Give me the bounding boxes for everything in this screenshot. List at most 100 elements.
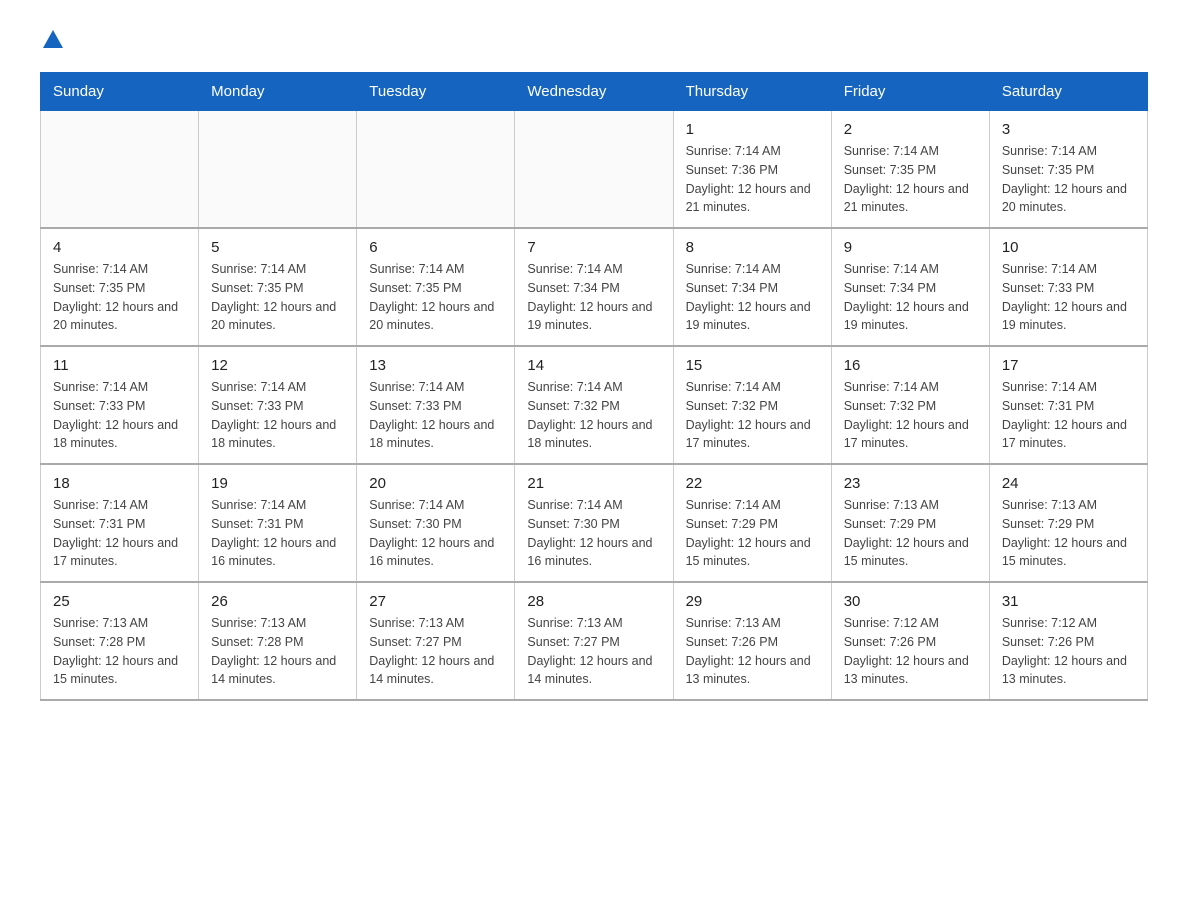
day-number: 10 — [1002, 239, 1135, 256]
week-row-4: 18 Sunrise: 7:14 AM Sunset: 7:31 PM Dayli… — [41, 464, 1148, 582]
day-number: 5 — [211, 239, 344, 256]
header-cell-wednesday: Wednesday — [515, 73, 673, 111]
day-number: 8 — [686, 239, 819, 256]
header-cell-tuesday: Tuesday — [357, 73, 515, 111]
day-number: 20 — [369, 475, 502, 492]
day-number: 15 — [686, 357, 819, 374]
day-info: Sunrise: 7:13 AM Sunset: 7:28 PM Dayligh… — [53, 614, 186, 689]
day-cell: 18 Sunrise: 7:14 AM Sunset: 7:31 PM Dayli… — [41, 464, 199, 582]
day-number: 27 — [369, 593, 502, 610]
day-number: 7 — [527, 239, 660, 256]
day-info: Sunrise: 7:14 AM Sunset: 7:34 PM Dayligh… — [527, 260, 660, 335]
day-cell: 13 Sunrise: 7:14 AM Sunset: 7:33 PM Dayli… — [357, 346, 515, 464]
day-cell — [515, 111, 673, 229]
day-number: 9 — [844, 239, 977, 256]
day-number: 14 — [527, 357, 660, 374]
day-cell: 30Sunrise: 7:12 AM Sunset: 7:26 PM Dayli… — [831, 582, 989, 700]
header-cell-saturday: Saturday — [989, 73, 1147, 111]
day-info: Sunrise: 7:14 AM Sunset: 7:31 PM Dayligh… — [211, 496, 344, 571]
day-cell: 5 Sunrise: 7:14 AM Sunset: 7:35 PM Daylig… — [199, 228, 357, 346]
day-cell: 15 Sunrise: 7:14 AM Sunset: 7:32 PM Dayli… — [673, 346, 831, 464]
day-info: Sunrise: 7:14 AM Sunset: 7:33 PM Dayligh… — [211, 378, 344, 453]
day-cell: 26 Sunrise: 7:13 AM Sunset: 7:28 PM Dayli… — [199, 582, 357, 700]
day-number: 26 — [211, 593, 344, 610]
header-cell-friday: Friday — [831, 73, 989, 111]
day-cell — [357, 111, 515, 229]
day-info: Sunrise: 7:12 AM Sunset: 7:26 PM Dayligh… — [1002, 614, 1135, 689]
day-cell: 3Sunrise: 7:14 AM Sunset: 7:35 PM Daylig… — [989, 111, 1147, 229]
day-cell: 7 Sunrise: 7:14 AM Sunset: 7:34 PM Daylig… — [515, 228, 673, 346]
day-cell — [41, 111, 199, 229]
day-info: Sunrise: 7:13 AM Sunset: 7:29 PM Dayligh… — [1002, 496, 1135, 571]
week-row-5: 25 Sunrise: 7:13 AM Sunset: 7:28 PM Dayli… — [41, 582, 1148, 700]
day-cell: 29Sunrise: 7:13 AM Sunset: 7:26 PM Dayli… — [673, 582, 831, 700]
calendar-body: 1Sunrise: 7:14 AM Sunset: 7:36 PM Daylig… — [41, 111, 1148, 701]
day-info: Sunrise: 7:14 AM Sunset: 7:35 PM Dayligh… — [211, 260, 344, 335]
day-cell: 16 Sunrise: 7:14 AM Sunset: 7:32 PM Dayli… — [831, 346, 989, 464]
day-info: Sunrise: 7:14 AM Sunset: 7:33 PM Dayligh… — [1002, 260, 1135, 335]
day-info: Sunrise: 7:14 AM Sunset: 7:29 PM Dayligh… — [686, 496, 819, 571]
day-number: 1 — [686, 121, 819, 138]
day-info: Sunrise: 7:14 AM Sunset: 7:31 PM Dayligh… — [1002, 378, 1135, 453]
day-number: 23 — [844, 475, 977, 492]
day-info: Sunrise: 7:13 AM Sunset: 7:27 PM Dayligh… — [527, 614, 660, 689]
day-number: 19 — [211, 475, 344, 492]
day-info: Sunrise: 7:14 AM Sunset: 7:30 PM Dayligh… — [369, 496, 502, 571]
day-info: Sunrise: 7:13 AM Sunset: 7:28 PM Dayligh… — [211, 614, 344, 689]
day-number: 24 — [1002, 475, 1135, 492]
header-cell-monday: Monday — [199, 73, 357, 111]
day-cell: 6Sunrise: 7:14 AM Sunset: 7:35 PM Daylig… — [357, 228, 515, 346]
day-cell: 12 Sunrise: 7:14 AM Sunset: 7:33 PM Dayli… — [199, 346, 357, 464]
day-cell: 27 Sunrise: 7:13 AM Sunset: 7:27 PM Dayli… — [357, 582, 515, 700]
day-info: Sunrise: 7:14 AM Sunset: 7:35 PM Dayligh… — [844, 142, 977, 217]
day-number: 29 — [686, 593, 819, 610]
day-number: 31 — [1002, 593, 1135, 610]
day-info: Sunrise: 7:14 AM Sunset: 7:35 PM Dayligh… — [53, 260, 186, 335]
day-number: 30 — [844, 593, 977, 610]
day-info: Sunrise: 7:14 AM Sunset: 7:34 PM Dayligh… — [686, 260, 819, 335]
day-cell: 24 Sunrise: 7:13 AM Sunset: 7:29 PM Dayli… — [989, 464, 1147, 582]
day-cell: 22Sunrise: 7:14 AM Sunset: 7:29 PM Dayli… — [673, 464, 831, 582]
day-cell: 17 Sunrise: 7:14 AM Sunset: 7:31 PM Dayli… — [989, 346, 1147, 464]
day-number: 6 — [369, 239, 502, 256]
day-number: 12 — [211, 357, 344, 374]
day-info: Sunrise: 7:14 AM Sunset: 7:31 PM Dayligh… — [53, 496, 186, 571]
logo-triangle-icon — [43, 30, 63, 48]
day-cell: 11Sunrise: 7:14 AM Sunset: 7:33 PM Dayli… — [41, 346, 199, 464]
week-row-2: 4 Sunrise: 7:14 AM Sunset: 7:35 PM Daylig… — [41, 228, 1148, 346]
day-cell: 25 Sunrise: 7:13 AM Sunset: 7:28 PM Dayli… — [41, 582, 199, 700]
day-cell: 4 Sunrise: 7:14 AM Sunset: 7:35 PM Daylig… — [41, 228, 199, 346]
day-info: Sunrise: 7:14 AM Sunset: 7:33 PM Dayligh… — [369, 378, 502, 453]
day-info: Sunrise: 7:14 AM Sunset: 7:34 PM Dayligh… — [844, 260, 977, 335]
day-cell: 21Sunrise: 7:14 AM Sunset: 7:30 PM Dayli… — [515, 464, 673, 582]
day-cell — [199, 111, 357, 229]
day-info: Sunrise: 7:14 AM Sunset: 7:32 PM Dayligh… — [844, 378, 977, 453]
day-info: Sunrise: 7:14 AM Sunset: 7:33 PM Dayligh… — [53, 378, 186, 453]
day-number: 21 — [527, 475, 660, 492]
header-cell-thursday: Thursday — [673, 73, 831, 111]
week-row-1: 1Sunrise: 7:14 AM Sunset: 7:36 PM Daylig… — [41, 111, 1148, 229]
day-cell: 9 Sunrise: 7:14 AM Sunset: 7:34 PM Daylig… — [831, 228, 989, 346]
day-info: Sunrise: 7:14 AM Sunset: 7:32 PM Dayligh… — [686, 378, 819, 453]
day-cell: 31 Sunrise: 7:12 AM Sunset: 7:26 PM Dayli… — [989, 582, 1147, 700]
day-info: Sunrise: 7:14 AM Sunset: 7:32 PM Dayligh… — [527, 378, 660, 453]
day-number: 13 — [369, 357, 502, 374]
day-number: 3 — [1002, 121, 1135, 138]
day-cell: 28 Sunrise: 7:13 AM Sunset: 7:27 PM Dayli… — [515, 582, 673, 700]
logo — [40, 30, 63, 52]
day-info: Sunrise: 7:13 AM Sunset: 7:29 PM Dayligh… — [844, 496, 977, 571]
week-row-3: 11Sunrise: 7:14 AM Sunset: 7:33 PM Dayli… — [41, 346, 1148, 464]
day-cell: 14 Sunrise: 7:14 AM Sunset: 7:32 PM Dayli… — [515, 346, 673, 464]
day-number: 16 — [844, 357, 977, 374]
day-number: 17 — [1002, 357, 1135, 374]
day-cell: 19 Sunrise: 7:14 AM Sunset: 7:31 PM Dayli… — [199, 464, 357, 582]
day-info: Sunrise: 7:13 AM Sunset: 7:27 PM Dayligh… — [369, 614, 502, 689]
day-number: 25 — [53, 593, 186, 610]
calendar-table: SundayMondayTuesdayWednesdayThursdayFrid… — [40, 72, 1148, 701]
day-number: 28 — [527, 593, 660, 610]
header-cell-sunday: Sunday — [41, 73, 199, 111]
day-cell: 2Sunrise: 7:14 AM Sunset: 7:35 PM Daylig… — [831, 111, 989, 229]
day-number: 4 — [53, 239, 186, 256]
day-number: 18 — [53, 475, 186, 492]
day-cell: 8 Sunrise: 7:14 AM Sunset: 7:34 PM Daylig… — [673, 228, 831, 346]
